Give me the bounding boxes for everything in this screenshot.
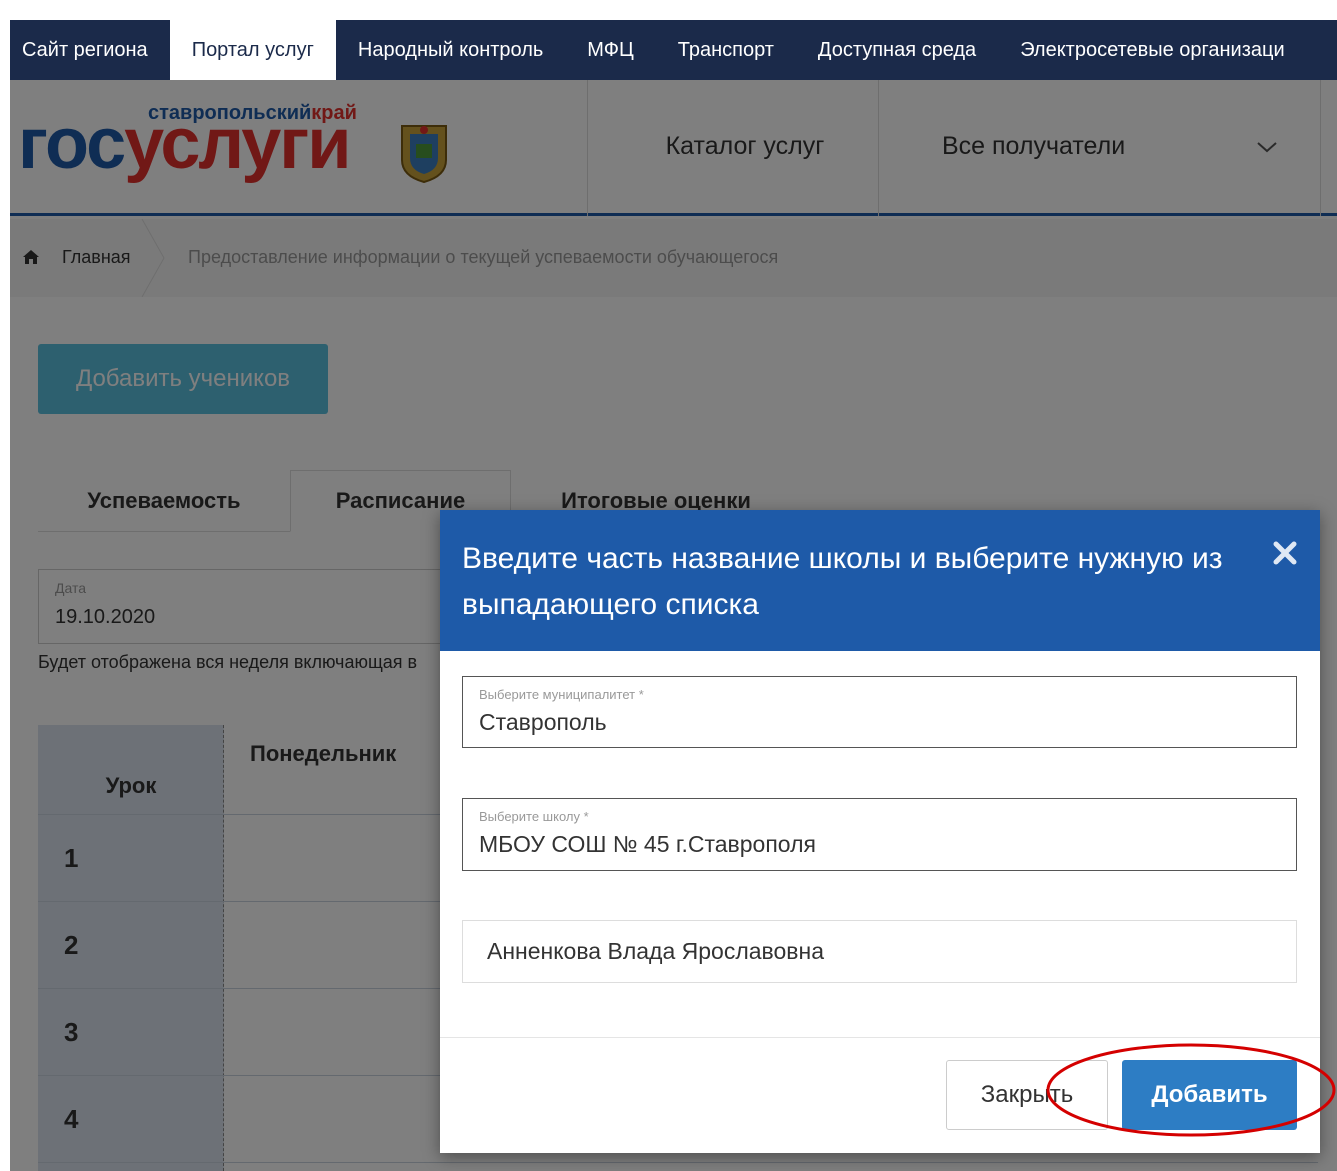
modal-header: Введите часть название школы и выберите … (440, 510, 1320, 651)
select-school-modal: Введите часть название школы и выберите … (440, 510, 1320, 1153)
modal-title: Введите часть название школы и выберите … (462, 542, 1223, 621)
close-button[interactable]: Закрыть (946, 1060, 1108, 1130)
nav-item-mfc[interactable]: МФЦ (565, 20, 655, 80)
student-name-field[interactable]: Анненкова Влада Ярославовна (462, 920, 1297, 983)
nav-item-region-site[interactable]: Сайт региона (10, 20, 170, 80)
municipality-value: Ставрополь (479, 709, 607, 735)
nav-item-public-control[interactable]: Народный контроль (336, 20, 565, 80)
nav-item-accessible-environment[interactable]: Доступная среда (796, 20, 998, 80)
municipality-field[interactable]: Выберите муниципалитет * Ставрополь (462, 676, 1297, 748)
close-icon[interactable] (1272, 540, 1298, 566)
school-field[interactable]: Выберите школу * МБОУ СОШ № 45 г.Ставроп… (462, 798, 1297, 871)
region-nav: Сайт региона Портал услуг Народный контр… (10, 20, 1337, 80)
municipality-label: Выберите муниципалитет * (479, 687, 644, 702)
school-label: Выберите школу * (479, 809, 589, 824)
nav-item-power-grid[interactable]: Электросетевые организаци (998, 20, 1306, 80)
nav-item-transport[interactable]: Транспорт (656, 20, 796, 80)
modal-footer-divider (440, 1037, 1320, 1038)
student-name-value: Анненкова Влада Ярославовна (487, 938, 825, 964)
school-value: МБОУ СОШ № 45 г.Ставрополя (479, 831, 816, 857)
nav-item-services-portal[interactable]: Портал услуг (169, 20, 336, 80)
add-button[interactable]: Добавить (1122, 1060, 1297, 1130)
